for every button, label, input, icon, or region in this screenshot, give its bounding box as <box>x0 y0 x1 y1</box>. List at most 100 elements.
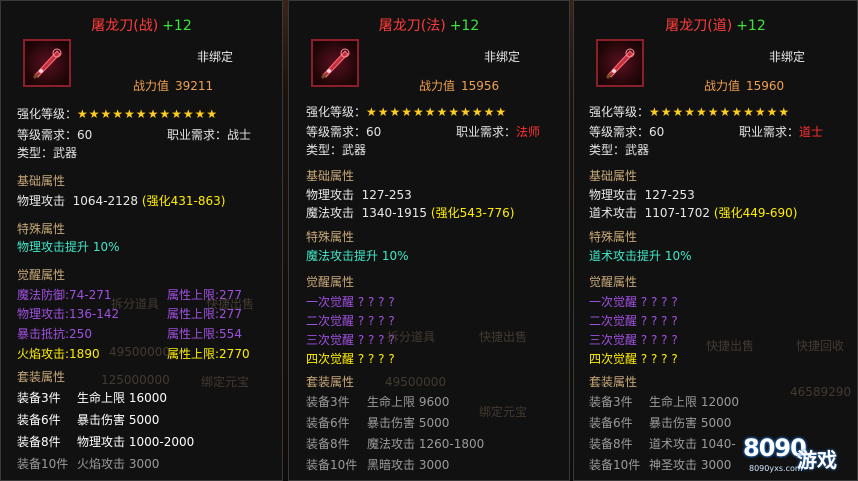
special-attributes-title: 特殊属性 <box>17 222 66 236</box>
set-bonus-effect: 暴击伤害 5000 <box>77 411 159 428</box>
awaken-attribute: 物理攻击:136-142 <box>17 307 120 321</box>
level-requirement: 等级需求：60 <box>17 126 92 143</box>
site-watermark-logo: 8090 游戏 8090yxs.com <box>735 430 855 480</box>
set-bonus-effect: 暴击伤害 5000 <box>367 414 449 431</box>
set-attributes-title: 套装属性 <box>589 375 638 389</box>
special-attribute: 魔法攻击提升 10% <box>306 249 409 263</box>
base-attributes-title: 基础属性 <box>306 169 355 183</box>
set-bonus-effect: 黑暗攻击 3000 <box>367 456 449 473</box>
item-tooltip-mage: 屠龙刀(法) +12 非绑定 战力值 15956 强化等级：★★★★★★★★★★★★… <box>288 0 570 481</box>
watermark-url: 8090yxs.com <box>749 464 803 473</box>
class-requirement: 职业需求：道士 <box>739 123 823 140</box>
set-attr: 生命上限 <box>77 391 126 405</box>
set-count: 装备3件 <box>589 395 633 409</box>
enhance-stars-icon: ★★★★★★★★★★★★ <box>77 107 219 121</box>
item-icon[interactable] <box>596 39 644 87</box>
set-bonus-row: 装备3件 <box>589 393 633 410</box>
item-type: 类型：武器 <box>589 141 649 158</box>
set-bonus-row: 装备10件 <box>17 455 68 472</box>
awaken-attributes-title: 觉醒属性 <box>589 275 638 289</box>
combat-power: 战力值 39211 <box>133 77 213 94</box>
set-value: 9600 <box>418 395 450 409</box>
awaken-slot: 三次觉醒 ? ? ? ? <box>306 333 395 347</box>
background-gold: 125000000 <box>101 373 170 387</box>
base-attribute-row: 道术攻击 1107-1702 (强化449-690) <box>589 204 797 221</box>
enhance-stars-icon: ★★★★★★★★★★★★ <box>366 105 508 119</box>
level-requirement-text: 等级需求：60 <box>589 125 665 139</box>
awaken-slot: 二次觉醒 ? ? ? ? <box>589 314 678 328</box>
set-count: 装备10件 <box>17 457 69 471</box>
combat-power-value: 39211 <box>175 79 214 93</box>
set-bonus-effect: 神圣攻击 3000 <box>649 456 731 473</box>
item-icon[interactable] <box>311 39 359 87</box>
awaken-attribute: 暴击抵抗:250 <box>17 327 92 341</box>
class-requirement: 职业需求：战士 <box>167 126 251 143</box>
base-attributes-title: 基础属性 <box>17 174 66 188</box>
item-tooltip-warrior: 屠龙刀(战) +12 非绑定 战力值 39211 强化等级：★★★★★★★★★★★★… <box>0 0 283 481</box>
background-gold: 49500000 <box>385 375 447 389</box>
background-bound-gold: 绑定元宝 <box>201 375 250 389</box>
class-requirement-label: 职业需求： <box>739 125 800 139</box>
combat-power-value: 15960 <box>746 79 785 93</box>
set-bonus-row: 装备3件 <box>306 393 350 410</box>
set-count: 装备6件 <box>589 416 633 430</box>
awaken-cap: 属性上限:554 <box>167 327 242 341</box>
attribute-value: 1340-1915 <box>361 206 428 220</box>
set-count: 装备10件 <box>589 458 641 472</box>
awaken-attribute: 魔法防御:74-271 <box>17 288 112 302</box>
enhance-stars-icon: ★★★★★★★★★★★★ <box>649 105 791 119</box>
combat-power-value: 15956 <box>461 79 500 93</box>
set-bonus-effect: 生命上限 12000 <box>649 393 739 410</box>
set-bonus-row: 装备6件 <box>17 411 61 428</box>
set-count: 装备3件 <box>17 391 61 405</box>
set-count: 装备8件 <box>306 437 350 451</box>
enhance-row: 强化等级：★★★★★★★★★★★★ <box>589 103 790 120</box>
attribute-name: 物理攻击 <box>306 188 355 202</box>
item-name: 屠龙刀(道) <box>665 18 733 34</box>
set-attr: 魔法攻击 <box>367 437 416 451</box>
background-bound-gold: 绑定元宝 <box>479 405 528 419</box>
attribute-value: 1064-2128 <box>72 194 139 208</box>
awaken-cap: 属性上限:2770 <box>167 347 250 361</box>
awaken-attribute: 火焰攻击:1890 <box>17 347 100 361</box>
set-value: 1000-2000 <box>128 435 195 449</box>
background-gold: 49500000 <box>109 345 171 359</box>
bind-status: 非绑定 <box>484 50 521 64</box>
base-attributes-title: 基础属性 <box>589 169 638 183</box>
level-requirement-text: 等级需求：60 <box>306 125 382 139</box>
combat-power-label: 战力值 <box>419 79 456 93</box>
combat-power: 战力值 15956 <box>419 77 499 94</box>
combat-power-label: 战力值 <box>133 79 170 93</box>
class-requirement-value: 法师 <box>516 125 541 139</box>
set-bonus-row: 装备6件 <box>306 414 350 431</box>
item-tooltip-taoist: 屠龙刀(道) +12 非绑定 战力值 15960 强化等级：★★★★★★★★★★★★… <box>573 0 858 481</box>
item-title: 屠龙刀(战) +12 <box>1 15 282 35</box>
set-value: 3000 <box>700 458 732 472</box>
base-attribute-row: 物理攻击 1064-2128 (强化431-863) <box>17 192 225 209</box>
item-name: 屠龙刀(法) <box>378 18 446 34</box>
item-type: 类型：武器 <box>306 141 366 158</box>
set-bonus-effect: 物理攻击 1000-2000 <box>77 433 194 450</box>
level-requirement-text: 等级需求：60 <box>17 128 93 142</box>
enhance-bonus: (强化431-863) <box>141 194 226 208</box>
set-attr: 物理攻击 <box>77 435 126 449</box>
set-bonus-row: 装备6件 <box>589 414 633 431</box>
enhance-bonus: (强化543-776) <box>430 206 515 220</box>
set-bonus-row: 装备8件 <box>17 433 61 450</box>
class-requirement-value: 道士 <box>799 125 824 139</box>
set-attr: 黑暗攻击 <box>367 458 416 472</box>
awaken-attributes-title: 觉醒属性 <box>306 275 355 289</box>
item-title: 屠龙刀(道) +12 <box>574 15 857 35</box>
set-bonus-effect: 暴击伤害 5000 <box>649 414 731 431</box>
special-attribute: 道术攻击提升 10% <box>589 249 692 263</box>
item-icon[interactable] <box>23 39 71 87</box>
set-bonus-effect: 生命上限 9600 <box>367 393 449 410</box>
item-type-text: 类型：武器 <box>306 143 367 157</box>
set-attr: 暴击伤害 <box>367 416 416 430</box>
set-count: 装备8件 <box>589 437 633 451</box>
bind-status: 非绑定 <box>197 50 234 64</box>
awaken-slot: 一次觉醒 ? ? ? ? <box>306 295 395 309</box>
enhance-row: 强化等级：★★★★★★★★★★★★ <box>306 103 507 120</box>
attribute-value: 127-253 <box>361 188 412 202</box>
background-split-button: 拆分道具 <box>387 330 436 344</box>
